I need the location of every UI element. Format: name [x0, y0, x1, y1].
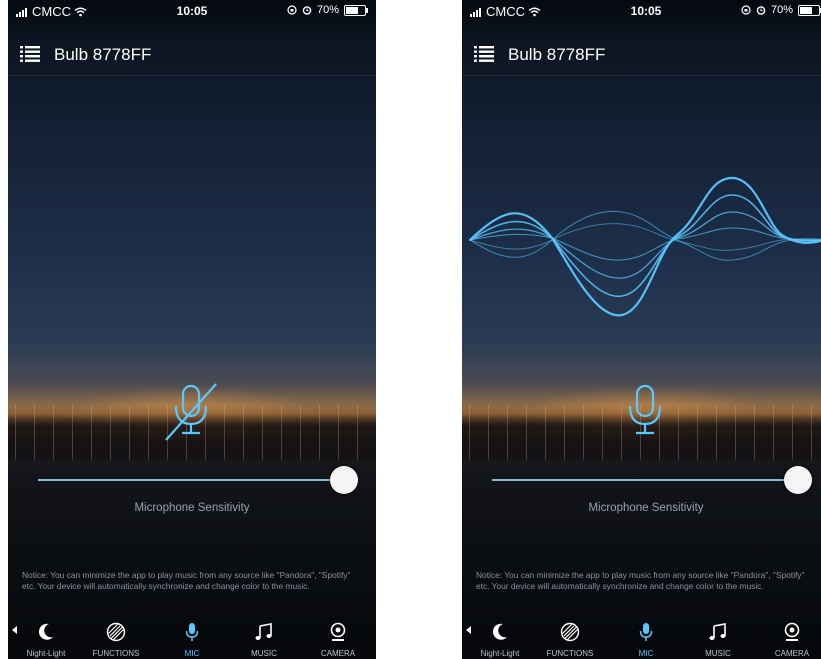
slider-knob[interactable]	[330, 466, 358, 494]
camera-icon	[784, 622, 800, 641]
alarm-icon	[756, 6, 766, 15]
battery-percent: 70%	[316, 4, 339, 16]
slider-knob[interactable]	[784, 466, 812, 494]
music-note-icon	[255, 623, 272, 640]
list-menu-icon[interactable]	[20, 45, 40, 63]
header-divider	[462, 75, 821, 76]
mic-icon[interactable]	[612, 382, 678, 442]
slider-label: Microphone Sensitivity	[588, 502, 704, 514]
device-title: Bulb 8778FF	[508, 45, 606, 64]
battery-icon	[798, 4, 821, 16]
notice-text: Notice: You can minimize the app to play…	[22, 570, 351, 591]
tab-music[interactable]: MUSIC	[682, 618, 754, 659]
camera-icon	[330, 622, 346, 641]
tab-mic[interactable]: MIC	[156, 618, 228, 659]
battery-percent: 70%	[770, 4, 793, 16]
moon-icon	[492, 623, 507, 640]
alarm-icon	[302, 6, 312, 15]
slider-label: Microphone Sensitivity	[134, 502, 250, 514]
sound-waveform	[468, 176, 821, 317]
header-divider	[8, 75, 376, 76]
rotation-lock-icon	[287, 5, 297, 15]
tab-night-light[interactable]: Night-Light	[10, 618, 82, 659]
status-bar: CMCC 10:05 70%	[462, 0, 821, 24]
app-header: Bulb 8778FF	[462, 40, 821, 76]
bottom-tab-bar: Night-Light FUNCTIONS MIC MUSIC CAMERA	[8, 618, 376, 659]
phone-screen-mic-off: CMCC 10:05 70% Bulb 8778FF Microphone Se…	[8, 0, 376, 659]
phone-screen-mic-on: CMCC 10:05 70% Bulb 8778FF Microphone Se…	[462, 0, 821, 659]
slider-track[interactable]	[492, 479, 798, 481]
notice-text: Notice: You can minimize the app to play…	[476, 570, 805, 591]
battery-icon	[344, 4, 368, 16]
status-bar: CMCC 10:05 70%	[8, 0, 376, 24]
microphone-sensitivity-slider[interactable]	[38, 465, 358, 495]
music-note-icon	[709, 623, 726, 640]
microphone-sensitivity-slider[interactable]	[492, 465, 812, 495]
functions-disc-icon	[560, 622, 580, 642]
functions-disc-icon	[106, 622, 126, 642]
moon-icon	[38, 623, 53, 640]
tab-mic[interactable]: MIC	[610, 618, 682, 659]
tab-functions[interactable]: FUNCTIONS	[534, 618, 606, 659]
app-header: Bulb 8778FF	[8, 40, 376, 76]
slider-track[interactable]	[38, 479, 344, 481]
list-menu-icon[interactable]	[474, 45, 494, 63]
tab-night-light[interactable]: Night-Light	[464, 618, 536, 659]
bottom-tab-bar: Night-Light FUNCTIONS MIC MUSIC CAMERA	[462, 618, 821, 659]
mic-icon	[639, 623, 653, 641]
tab-camera[interactable]: CAMERA	[756, 618, 821, 659]
rotation-lock-icon	[741, 5, 751, 15]
tab-camera[interactable]: CAMERA	[302, 618, 374, 659]
mic-icon	[185, 623, 199, 641]
device-title: Bulb 8778FF	[54, 45, 152, 64]
tab-functions[interactable]: FUNCTIONS	[80, 618, 152, 659]
mic-muted-icon[interactable]	[158, 382, 224, 442]
tab-music[interactable]: MUSIC	[228, 618, 300, 659]
